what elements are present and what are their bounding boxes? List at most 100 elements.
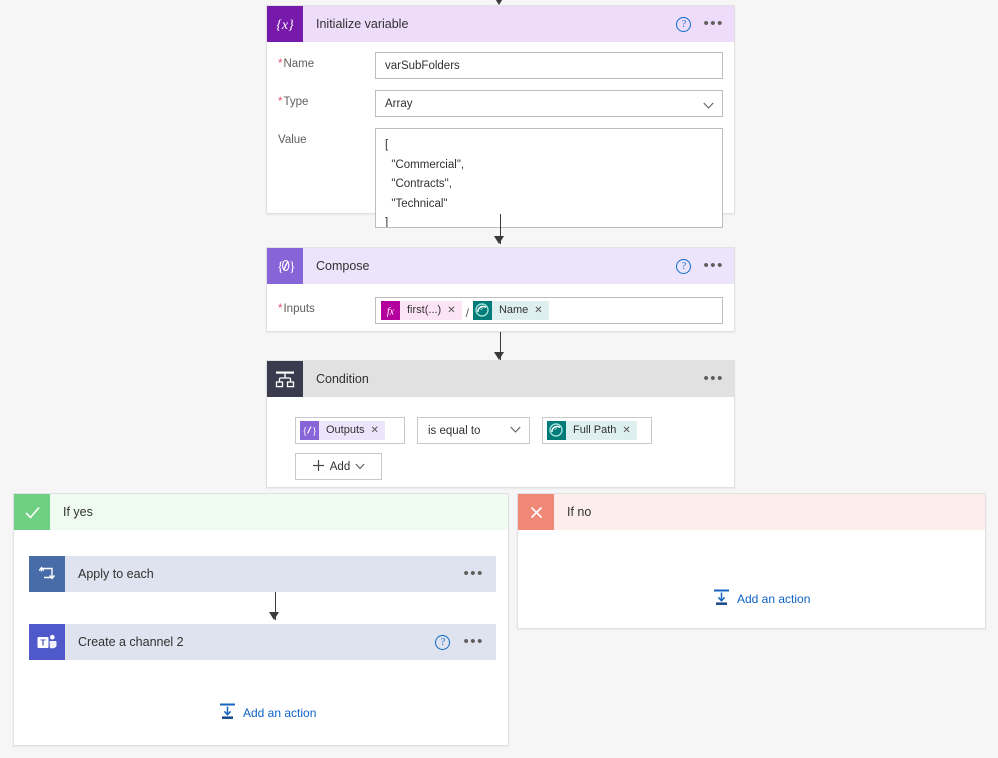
field-label-name: *Name — [278, 52, 375, 70]
token-remove-icon[interactable]: ✕ — [622, 421, 636, 440]
help-icon[interactable]: ? — [676, 16, 692, 32]
field-label-type-text: Type — [283, 96, 309, 108]
more-options-icon[interactable]: ••• — [701, 371, 726, 386]
required-asterisk-inputs: * — [278, 303, 283, 315]
token-remove-icon[interactable]: ✕ — [534, 301, 548, 320]
compose-braces-pencil-icon: { } — [267, 248, 303, 284]
more-options-icon[interactable]: ••• — [461, 634, 486, 649]
token-separator: / — [465, 305, 469, 320]
add-action-insert-icon — [713, 588, 730, 609]
branch-title-if-no: If no — [567, 505, 592, 519]
card-body-compose: *Inputs fx first(...) ✕ / s Name ✕ — [267, 284, 734, 336]
action-card-apply-to-each[interactable]: Apply to each ••• — [29, 556, 496, 592]
branch-header-if-no: If no — [518, 494, 985, 530]
condition-add-label: Add — [329, 460, 351, 473]
token-sharepoint-name[interactable]: s Name ✕ — [472, 301, 549, 320]
token-outputs[interactable]: { } Outputs ✕ — [300, 421, 385, 440]
add-an-action-label: Add an action — [243, 705, 317, 720]
connector-arrow-apply-to-create-channel — [269, 612, 279, 620]
token-remove-icon[interactable]: ✕ — [371, 421, 385, 440]
condition-add-button[interactable]: Add — [295, 453, 382, 480]
chevron-down-icon — [355, 461, 365, 473]
action-row-actions: ? ••• — [435, 634, 486, 650]
more-options-icon[interactable]: ••• — [461, 566, 486, 581]
add-an-action-label: Add an action — [737, 591, 811, 606]
required-asterisk-name: * — [278, 58, 283, 70]
condition-branch-icon — [267, 361, 303, 397]
field-control-name — [375, 52, 723, 79]
add-an-action-button-if-yes[interactable]: Add an action — [219, 702, 316, 723]
token-label: Name — [498, 304, 529, 316]
condition-operator-select[interactable]: is equal to — [417, 417, 530, 444]
token-expression-first[interactable]: fx first(...) ✕ — [381, 301, 462, 320]
field-label-value: Value — [278, 134, 307, 146]
action-card-initialize-variable[interactable]: {x} Initialize variable ? ••• *Name *Typ… — [266, 5, 735, 228]
help-icon[interactable]: ? — [435, 634, 451, 650]
variable-value-textarea[interactable]: [ "Commercial", "Contracts", "Technical"… — [375, 128, 723, 228]
card-title-condition: Condition — [316, 372, 369, 386]
required-asterisk-type: * — [278, 96, 283, 108]
card-header-condition: Condition ••• — [267, 361, 734, 397]
variable-type-select[interactable] — [375, 90, 723, 117]
more-options-icon[interactable]: ••• — [701, 16, 726, 31]
svg-text:}: } — [312, 426, 317, 437]
sharepoint-icon: s — [472, 301, 492, 320]
variable-braces-x-icon: {x} — [267, 6, 303, 42]
card-header-initialize-variable: {x} Initialize variable ? ••• — [267, 6, 734, 42]
close-x-icon — [518, 494, 554, 530]
checkmark-icon — [14, 494, 50, 530]
expression-fx-icon: fx — [381, 301, 400, 320]
connector-arrow-init-to-compose — [494, 236, 504, 244]
field-row-type: *Type — [278, 90, 723, 117]
card-header-compose: { } Compose ? ••• — [267, 248, 734, 284]
add-an-action-button-if-no[interactable]: Add an action — [713, 588, 810, 609]
condition-right-operand[interactable]: s Full Path ✕ — [542, 417, 652, 444]
compose-outputs-icon: { } — [300, 421, 319, 440]
help-icon[interactable]: ? — [676, 258, 692, 274]
chevron-down-icon — [510, 425, 521, 437]
token-label: Full Path — [573, 424, 617, 436]
svg-text:fx: fx — [387, 307, 395, 318]
card-title-initialize-variable: Initialize variable — [316, 17, 409, 31]
svg-text:}: } — [289, 260, 296, 275]
field-label-type: *Type — [278, 90, 375, 108]
field-control-type — [375, 90, 723, 117]
card-header-actions-compose: ? ••• — [676, 248, 726, 284]
condition-row: { } Outputs ✕ is equal to s Full Path ✕ — [295, 417, 734, 444]
variable-name-input[interactable] — [375, 52, 723, 79]
field-row-inputs: *Inputs fx first(...) ✕ / s Name ✕ — [278, 297, 723, 324]
field-control-inputs: fx first(...) ✕ / s Name ✕ — [375, 297, 723, 324]
compose-inputs-token-field[interactable]: fx first(...) ✕ / s Name ✕ — [375, 297, 723, 324]
action-card-condition[interactable]: Condition ••• { } Outputs ✕ is equal to … — [266, 360, 735, 488]
more-options-icon[interactable]: ••• — [701, 258, 726, 273]
condition-operator-value: is equal to — [428, 424, 481, 437]
branch-title-if-yes: If yes — [63, 505, 93, 519]
svg-text:{x}: {x} — [276, 18, 294, 33]
field-row-name: *Name — [278, 52, 723, 79]
plus-icon — [312, 459, 325, 475]
action-card-create-a-channel-2[interactable]: T Create a channel 2 ? ••• — [29, 624, 496, 660]
action-row-actions: ••• — [461, 566, 486, 581]
field-label-inputs-text: Inputs — [283, 303, 315, 315]
card-body-initialize-variable: *Name *Type Value [ "Commer — [267, 42, 734, 240]
microsoft-teams-icon: T — [29, 624, 65, 660]
action-title-apply-to-each: Apply to each — [78, 567, 154, 581]
field-row-value: Value [ "Commercial", "Contracts", "Tech… — [278, 128, 723, 228]
svg-text:{: { — [303, 426, 308, 437]
token-label: first(...) — [407, 304, 442, 316]
field-control-value: [ "Commercial", "Contracts", "Technical"… — [375, 128, 723, 228]
sharepoint-icon: s — [547, 421, 566, 440]
branch-header-if-yes: If yes — [14, 494, 508, 530]
card-header-actions: ? ••• — [676, 6, 726, 42]
svg-text:T: T — [40, 638, 46, 648]
branch-panel-if-yes: If yes Apply to each ••• T Create a chan… — [13, 493, 509, 746]
card-header-actions-condition: ••• — [701, 361, 726, 397]
token-label: Outputs — [326, 424, 365, 436]
apply-to-each-loop-icon — [29, 556, 65, 592]
token-remove-icon[interactable]: ✕ — [447, 301, 461, 320]
token-full-path[interactable]: s Full Path ✕ — [547, 421, 637, 440]
action-card-compose[interactable]: { } Compose ? ••• *Inputs fx first(...) … — [266, 247, 735, 332]
card-body-condition: { } Outputs ✕ is equal to s Full Path ✕ … — [267, 397, 734, 480]
field-label-name-text: Name — [283, 58, 315, 70]
condition-left-operand[interactable]: { } Outputs ✕ — [295, 417, 405, 444]
